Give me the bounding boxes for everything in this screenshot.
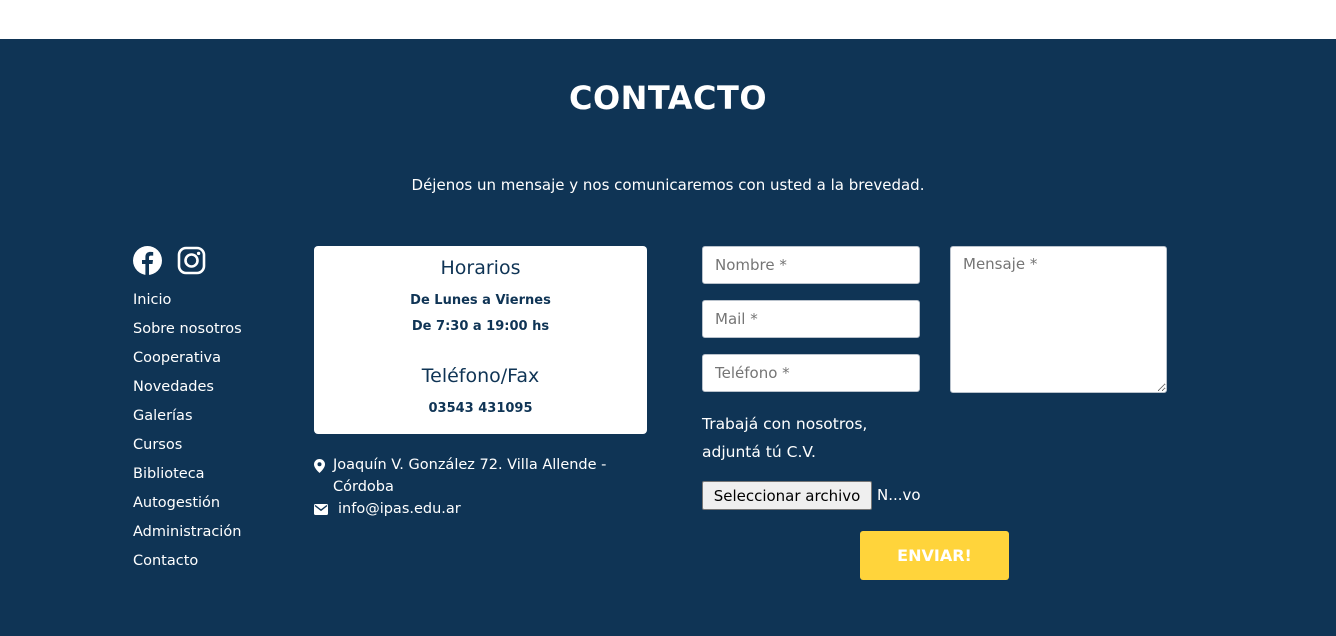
mail-field[interactable] (702, 300, 920, 338)
phone-field[interactable] (702, 354, 920, 392)
name-field[interactable] (702, 246, 920, 284)
section-subtitle: Déjenos un mensaje y nos comunicaremos c… (411, 176, 925, 194)
nav-link-sobre-nosotros[interactable]: Sobre nosotros (133, 319, 242, 348)
cv-line-1: Trabajá con nosotros, (702, 415, 868, 433)
nav-link-cooperativa[interactable]: Cooperativa (133, 348, 242, 377)
info-card: Horarios De Lunes a Viernes De 7:30 a 19… (314, 246, 647, 434)
nav-link-biblioteca[interactable]: Biblioteca (133, 464, 242, 493)
cv-invitation: Trabajá con nosotros, adjuntá tú C.V. (702, 410, 867, 466)
nav-link-novedades[interactable]: Novedades (133, 377, 242, 406)
top-strip (0, 0, 1336, 39)
phone-title: Teléfono/Fax (421, 365, 540, 387)
hours-time: De 7:30 a 19:00 hs (411, 319, 550, 334)
nav-link-cursos[interactable]: Cursos (133, 435, 242, 464)
contact-section: CONTACTO Déjenos un mensaje y nos comuni… (0, 39, 1336, 636)
nav-link-galerias[interactable]: Galerías (133, 406, 242, 435)
section-title: CONTACTO (568, 79, 768, 117)
file-status: N...vo (877, 486, 921, 504)
footer-nav: Inicio Sobre nosotros Cooperativa Noveda… (133, 290, 242, 580)
file-select-button[interactable]: Seleccionar archivo (702, 481, 872, 510)
social-links (133, 246, 206, 275)
map-marker-icon (314, 459, 325, 473)
nav-link-administracion[interactable]: Administración (133, 522, 242, 551)
nav-link-inicio[interactable]: Inicio (133, 290, 242, 319)
message-field[interactable] (950, 246, 1167, 393)
cv-line-2: adjuntá tú C.V. (702, 443, 816, 461)
address-text: Joaquín V. González 72. Villa Allende - … (333, 457, 607, 495)
address-row: Joaquín V. González 72. Villa Allende - … (314, 454, 644, 498)
instagram-icon[interactable] (177, 246, 206, 275)
facebook-icon[interactable] (133, 246, 162, 275)
contact-details: Joaquín V. González 72. Villa Allende - … (314, 454, 644, 520)
envelope-icon (314, 504, 328, 515)
email-link[interactable]: info@ipas.edu.ar (338, 498, 461, 520)
nav-link-contacto[interactable]: Contacto (133, 551, 242, 580)
submit-button[interactable]: ENVIAR! (860, 531, 1009, 580)
nav-link-autogestion[interactable]: Autogestión (133, 493, 242, 522)
hours-days: De Lunes a Viernes (410, 293, 551, 308)
phone-number: 03543 431095 (428, 401, 533, 416)
email-row: info@ipas.edu.ar (314, 498, 644, 520)
hours-title: Horarios (440, 257, 521, 279)
